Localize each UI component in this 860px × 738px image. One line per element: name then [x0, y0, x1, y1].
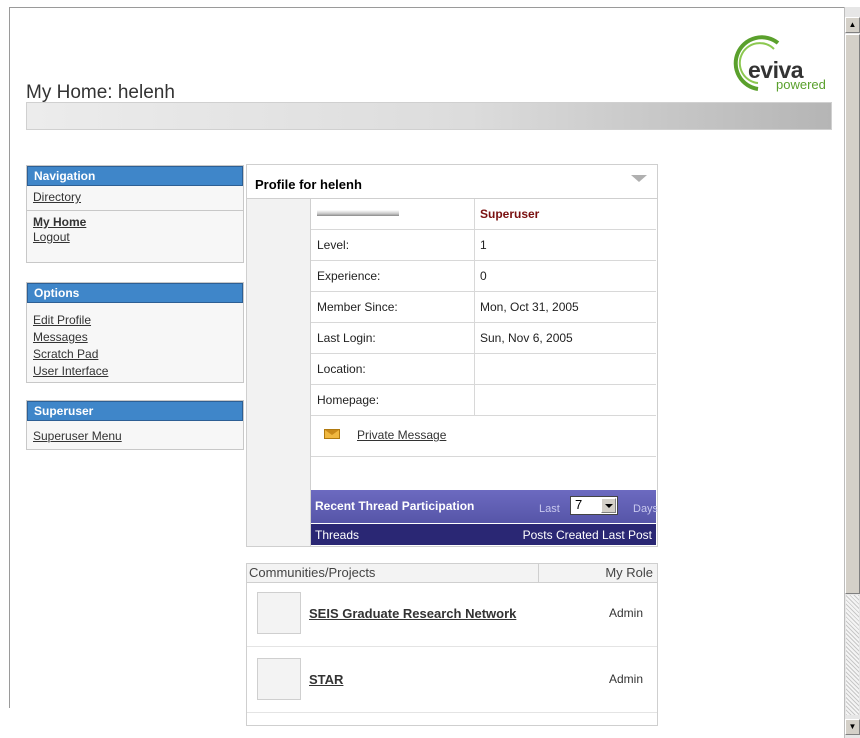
private-message-row: Private Message: [311, 412, 656, 457]
list-item: STAR Admin: [247, 652, 657, 713]
field-value: Sun, Nov 6, 2005: [480, 331, 573, 345]
options-panel: Options Edit Profile Messages Scratch Pa…: [26, 282, 244, 383]
recent-last-label: Last: [539, 503, 560, 515]
rank-label: Superuser: [480, 207, 540, 221]
field-label: Location:: [317, 362, 366, 376]
profile-header: Profile for helenh: [247, 165, 657, 199]
scratch-pad-link[interactable]: Scratch Pad: [27, 346, 243, 363]
avatar: [247, 199, 311, 546]
profile-panel: Profile for helenh Superuser Level: 1 Ex…: [246, 164, 658, 547]
header-bar: [26, 102, 832, 130]
field-label: Member Since:: [317, 300, 398, 314]
messages-link[interactable]: Messages: [27, 329, 243, 346]
communities-panel: Communities/Projects My Role SEIS Gradua…: [246, 563, 658, 726]
scroll-up-button[interactable]: ▲: [845, 17, 860, 33]
recent-days-label: Days: [633, 503, 659, 515]
profile-row-member-since: Member Since: Mon, Oct 31, 2005: [311, 292, 656, 323]
field-label: Homepage:: [317, 393, 380, 407]
private-message-link[interactable]: Private Message: [357, 428, 446, 442]
chevron-down-icon[interactable]: [601, 498, 616, 513]
field-value: Mon, Oct 31, 2005: [480, 300, 579, 314]
profile-row-level: Level: 1: [311, 230, 656, 261]
edit-profile-link[interactable]: Edit Profile: [27, 312, 243, 329]
scroll-thumb[interactable]: [845, 34, 860, 594]
navigation-panel: Navigation Directory My Home Logout: [26, 165, 244, 263]
column-divider: [474, 261, 475, 291]
my-role-column-header: My Role: [605, 565, 653, 580]
list-item: SEIS Graduate Research Network Admin: [247, 586, 657, 647]
user-interface-link[interactable]: User Interface: [27, 363, 243, 380]
page-title: My Home: helenh: [26, 82, 175, 103]
profile-row-experience: Experience: 0: [311, 261, 656, 292]
rank-bar: [317, 210, 399, 216]
column-divider: [474, 199, 475, 229]
threads-column-header: Threads: [315, 528, 360, 542]
community-link[interactable]: SEIS Graduate Research Network: [309, 606, 516, 621]
community-link[interactable]: STAR: [309, 672, 343, 687]
column-divider: [474, 230, 475, 260]
superuser-heading: Superuser: [27, 401, 243, 421]
recent-thread-title: Recent Thread Participation: [315, 499, 475, 513]
days-select[interactable]: 7: [570, 496, 618, 515]
nav-logout-link[interactable]: Logout: [27, 230, 243, 245]
divider: [27, 210, 243, 211]
communities-column-header: Communities/Projects: [249, 565, 376, 580]
field-value: 0: [480, 269, 487, 283]
navigation-heading: Navigation: [27, 166, 243, 186]
column-divider: [474, 354, 475, 384]
column-divider: [474, 292, 475, 322]
recent-thread-bar: Recent Thread Participation Last 7 Days: [311, 490, 659, 523]
eviva-logo: eviva powered: [726, 35, 836, 95]
days-select-value: 7: [575, 497, 583, 512]
scroll-track[interactable]: [846, 595, 859, 715]
field-label: Last Login:: [317, 331, 376, 345]
rank-row: Superuser: [311, 199, 656, 230]
field-value: 1: [480, 238, 487, 252]
scroll-down-button[interactable]: ▼: [845, 719, 860, 735]
community-role: Admin: [608, 672, 643, 686]
column-divider: [474, 385, 475, 415]
profile-row-location: Location:: [311, 354, 656, 385]
logo-subtitle: powered: [776, 77, 826, 92]
chevron-down-icon[interactable]: [631, 175, 647, 182]
vertical-scrollbar[interactable]: ▲ ▼: [844, 7, 860, 738]
posts-created-lastpost-header: Posts Created Last Post: [522, 528, 652, 542]
options-heading: Options: [27, 283, 243, 303]
community-thumbnail: [257, 592, 301, 634]
nav-directory-link[interactable]: Directory: [27, 190, 243, 205]
envelope-icon: [324, 429, 340, 439]
threads-header: Threads Posts Created Last Post: [311, 524, 656, 545]
nav-my-home-link[interactable]: My Home: [27, 215, 243, 230]
column-divider: [538, 564, 539, 582]
column-divider: [474, 323, 475, 353]
field-label: Level:: [317, 238, 350, 252]
community-role: Admin: [608, 606, 643, 620]
superuser-menu-link[interactable]: Superuser Menu: [27, 429, 243, 444]
community-thumbnail: [257, 658, 301, 700]
superuser-panel: Superuser Superuser Menu: [26, 400, 244, 450]
profile-title: Profile for helenh: [255, 177, 362, 192]
communities-header: Communities/Projects My Role: [247, 564, 657, 583]
field-label: Experience:: [317, 269, 381, 283]
profile-row-last-login: Last Login: Sun, Nov 6, 2005: [311, 323, 656, 354]
